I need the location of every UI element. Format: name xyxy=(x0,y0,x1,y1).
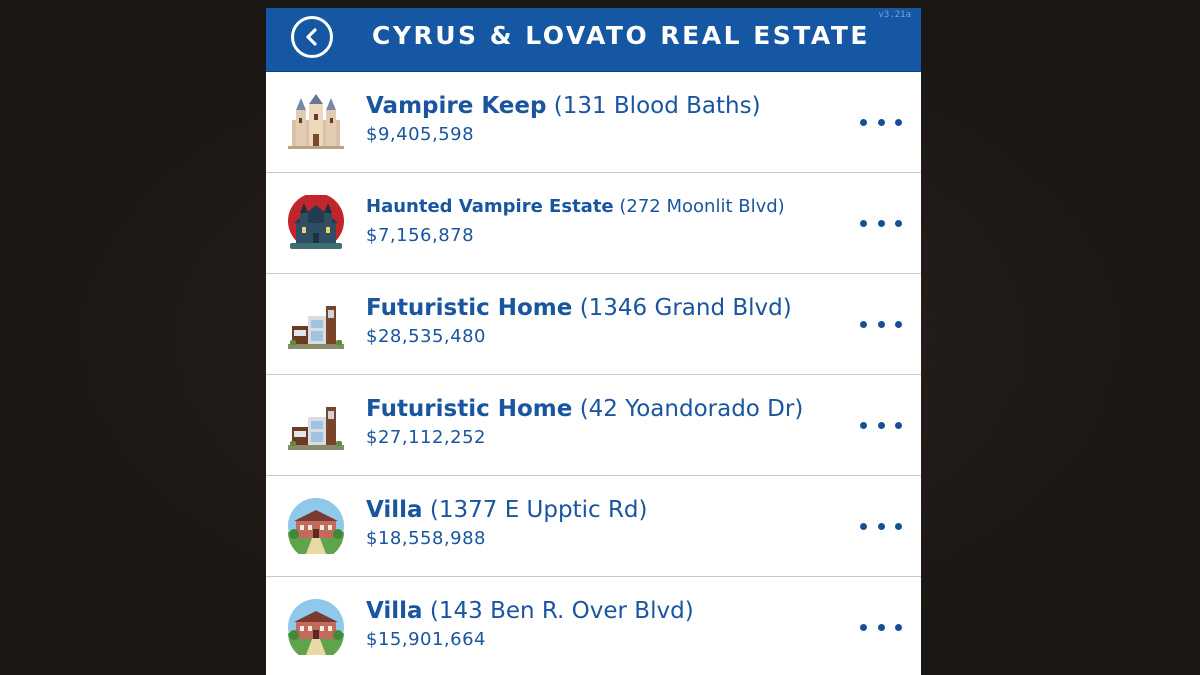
listing-price: $27,112,252 xyxy=(366,427,487,448)
listing-name: Futuristic Home xyxy=(366,396,573,422)
more-dots-icon[interactable] xyxy=(860,320,902,328)
version-label: v3.21a xyxy=(878,10,911,20)
villa-icon xyxy=(288,498,344,554)
listing-row[interactable]: Villa (143 Ben R. Over Blvd) $15,901,664 xyxy=(266,577,921,675)
villa-icon xyxy=(288,599,344,655)
listing-price: $18,558,988 xyxy=(366,528,487,549)
back-button[interactable] xyxy=(291,16,333,58)
header-bar: CYRUS & LOVATO REAL ESTATE v3.21a xyxy=(266,8,921,72)
listing-row[interactable]: Futuristic Home (42 Yoandorado Dr) $27,1… xyxy=(266,375,921,476)
listing-name: Villa xyxy=(366,497,423,523)
more-dots-icon[interactable] xyxy=(860,623,902,631)
listing-name: Vampire Keep xyxy=(366,93,547,119)
modern-house-icon xyxy=(288,407,344,450)
listing-address: (131 Blood Baths) xyxy=(553,93,761,119)
more-dots-icon[interactable] xyxy=(860,118,902,126)
more-dots-icon[interactable] xyxy=(860,421,902,429)
listing-address: (143 Ben R. Over Blvd) xyxy=(429,598,694,624)
listing-list: Vampire Keep (131 Blood Baths) $9,405,59… xyxy=(266,72,921,675)
listing-address: (42 Yoandorado Dr) xyxy=(579,396,804,422)
castle-icon xyxy=(288,94,344,149)
more-dots-icon[interactable] xyxy=(860,219,902,227)
modern-house-icon xyxy=(288,306,344,349)
background: CYRUS & LOVATO REAL ESTATE v3.21a Vampir… xyxy=(0,0,1200,675)
listing-address: (272 Moonlit Blvd) xyxy=(619,196,785,217)
listing-name: Haunted Vampire Estate xyxy=(366,196,614,217)
listing-name: Futuristic Home xyxy=(366,295,573,321)
app-screen: CYRUS & LOVATO REAL ESTATE v3.21a Vampir… xyxy=(266,8,921,675)
listing-name: Villa xyxy=(366,598,423,624)
haunted-mansion-icon xyxy=(288,195,344,249)
chevron-left-icon xyxy=(306,28,317,46)
page-title: CYRUS & LOVATO REAL ESTATE xyxy=(372,21,870,50)
listing-row[interactable]: Futuristic Home (1346 Grand Blvd) $28,53… xyxy=(266,274,921,375)
listing-price: $28,535,480 xyxy=(366,326,487,347)
listing-price: $9,405,598 xyxy=(366,124,475,145)
listing-row[interactable]: Vampire Keep (131 Blood Baths) $9,405,59… xyxy=(266,72,921,173)
listing-address: (1346 Grand Blvd) xyxy=(579,295,792,321)
listing-address: (1377 E Upptic Rd) xyxy=(429,497,648,523)
listing-price: $7,156,878 xyxy=(366,225,475,246)
listing-price: $15,901,664 xyxy=(366,629,487,650)
listing-row[interactable]: Haunted Vampire Estate (272 Moonlit Blvd… xyxy=(266,173,921,274)
listing-row[interactable]: Villa (1377 E Upptic Rd) $18,558,988 xyxy=(266,476,921,577)
more-dots-icon[interactable] xyxy=(860,522,902,530)
